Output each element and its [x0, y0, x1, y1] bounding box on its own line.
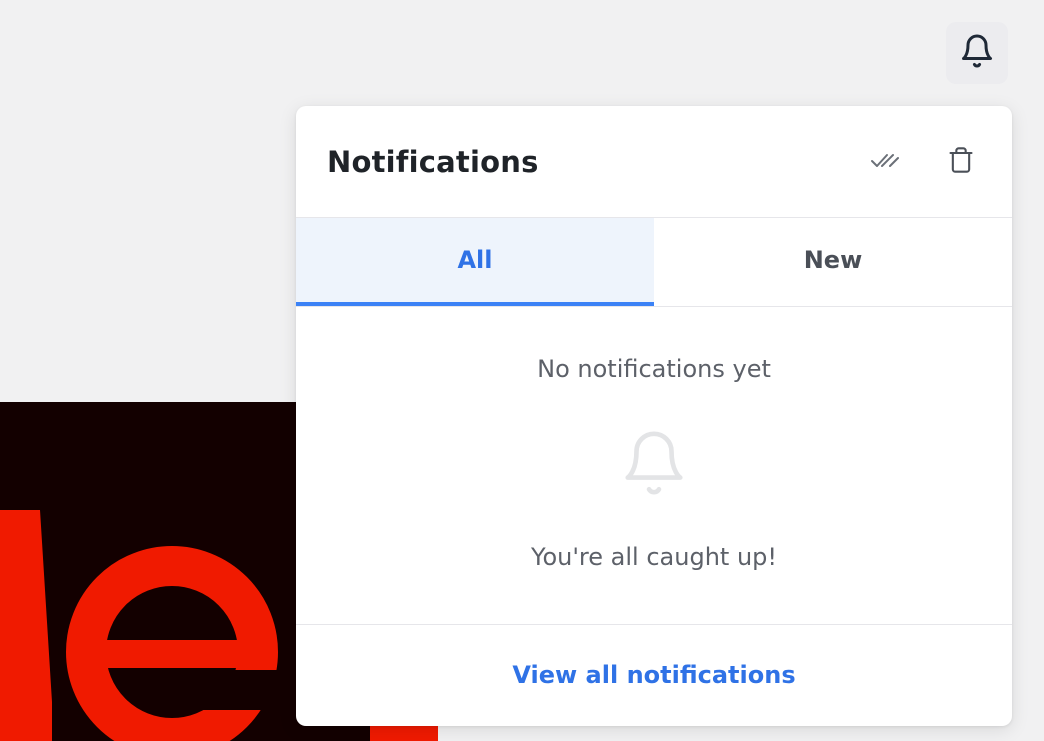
panel-title: Notifications — [327, 144, 539, 179]
empty-state-title: No notifications yet — [537, 355, 771, 383]
double-check-icon — [870, 149, 900, 175]
tab-new[interactable]: New — [654, 218, 1012, 306]
bell-icon — [959, 32, 995, 74]
empty-state-subtitle: You're all caught up! — [530, 543, 778, 571]
mark-all-read-button[interactable] — [864, 141, 906, 183]
clear-all-button[interactable] — [940, 141, 982, 183]
empty-state: No notifications yet You're all caught u… — [296, 307, 1012, 625]
header-actions — [864, 141, 982, 183]
bell-icon — [619, 423, 689, 503]
notification-tabs: All New — [296, 218, 1012, 307]
view-all-notifications-link[interactable]: View all notifications — [512, 661, 795, 689]
trash-icon — [947, 145, 975, 179]
panel-header: Notifications — [296, 106, 1012, 218]
notifications-bell-button[interactable] — [946, 22, 1008, 84]
notifications-panel: Notifications All New No notifications y… — [296, 106, 1012, 726]
panel-footer: View all notifications — [296, 625, 1012, 725]
tab-all[interactable]: All — [296, 218, 654, 306]
